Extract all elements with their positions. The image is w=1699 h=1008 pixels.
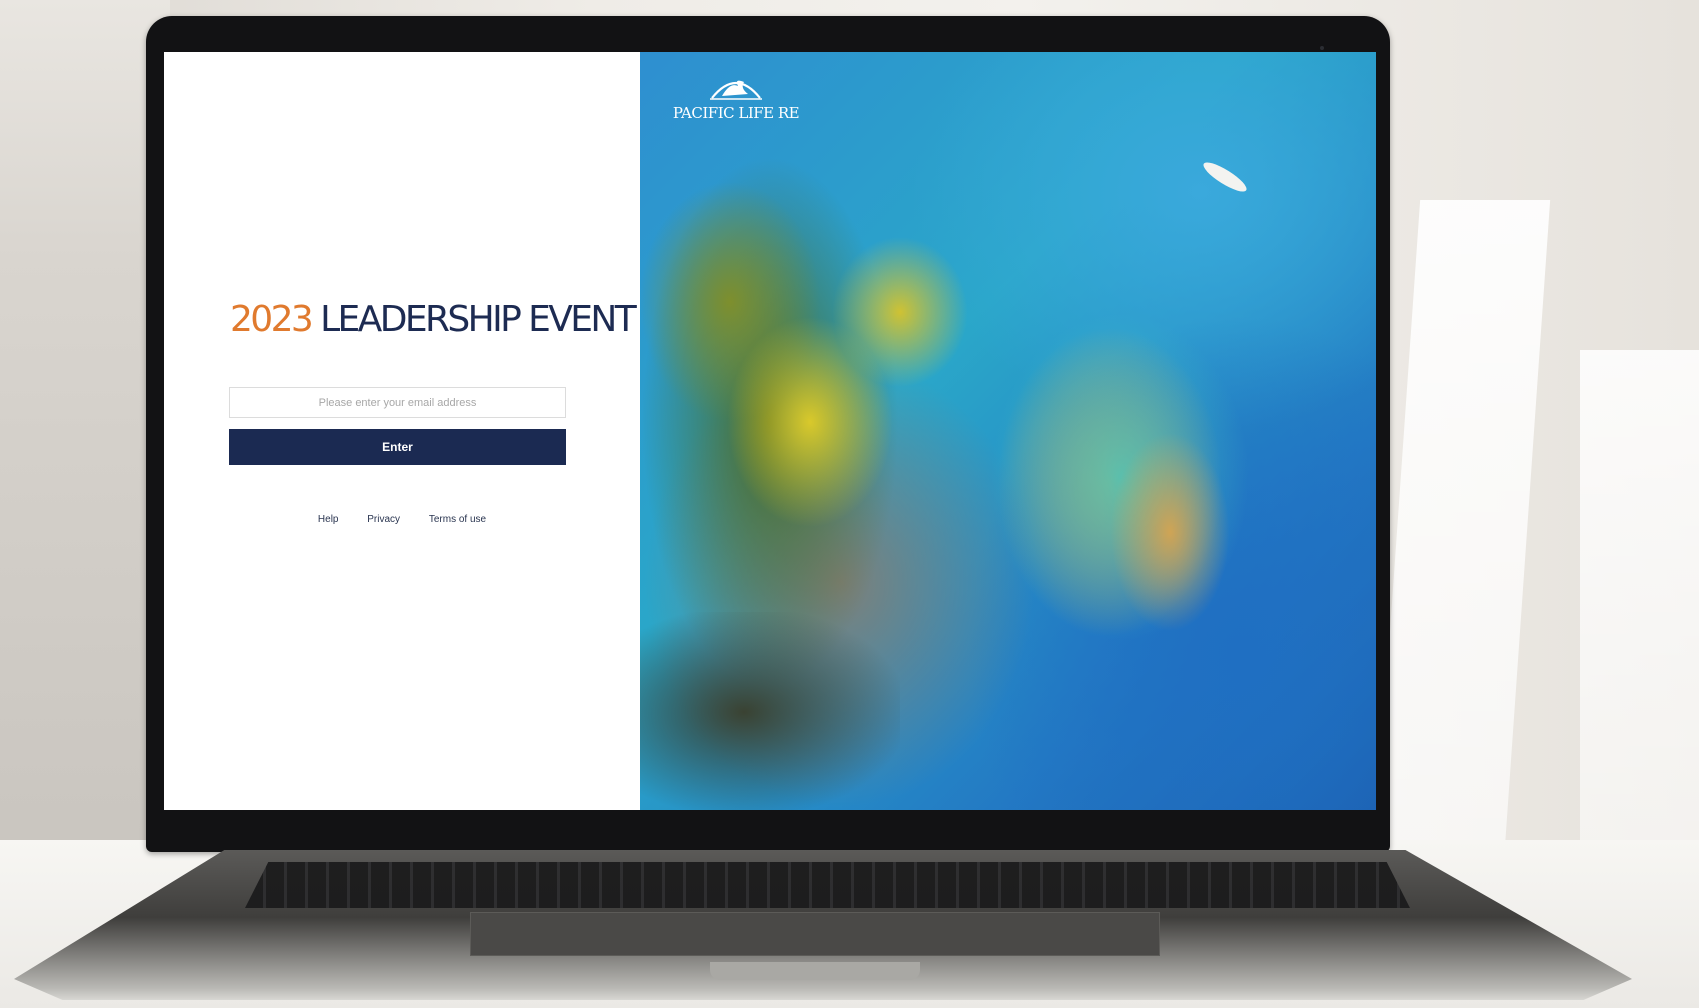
paddleboard — [1200, 157, 1250, 197]
footer-links: Help Privacy Terms of use — [164, 514, 640, 525]
keyboard — [245, 862, 1410, 908]
trackpad — [470, 912, 1160, 956]
enter-button[interactable]: Enter — [229, 429, 566, 465]
reef — [1110, 432, 1230, 632]
background-wall — [0, 0, 170, 860]
pacific-life-re-logo: PACIFIC LIFE RE — [666, 72, 806, 123]
terms-link[interactable]: Terms of use — [429, 514, 486, 525]
event-title: 2023 LEADERSHIP EVENT — [230, 298, 637, 342]
event-title-year: 2023 — [230, 299, 314, 340]
wall-light-patch — [1369, 200, 1551, 920]
camera-icon — [1320, 46, 1324, 50]
tree-shadow — [640, 612, 900, 810]
logo-text: PACIFIC LIFE RE — [672, 104, 800, 122]
laptop-screen: 2023 LEADERSHIP EVENT Enter Help Privacy… — [164, 52, 1376, 810]
help-link[interactable]: Help — [318, 514, 339, 525]
event-title-text: LEADERSHIP EVENT — [320, 299, 637, 340]
login-panel: 2023 LEADERSHIP EVENT Enter Help Privacy… — [164, 52, 640, 810]
hero-image: PACIFIC LIFE RE — [640, 52, 1376, 810]
privacy-link[interactable]: Privacy — [367, 514, 400, 525]
email-input[interactable] — [229, 387, 566, 418]
whale-tail-icon — [710, 80, 762, 100]
wall-light-patch — [1580, 350, 1699, 910]
laptop-front-lip — [710, 962, 920, 980]
